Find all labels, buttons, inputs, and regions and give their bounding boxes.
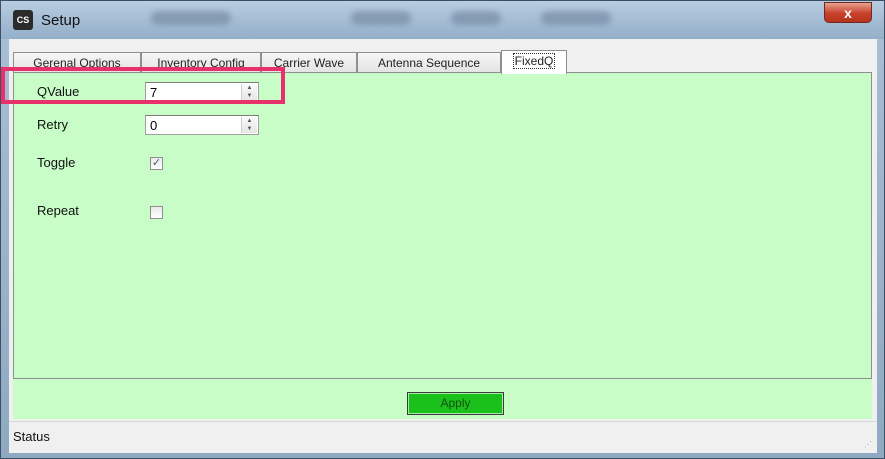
- retry-label: Retry: [37, 117, 69, 132]
- retry-spinner[interactable]: 0 ▲ ▼: [145, 115, 259, 135]
- fixedq-panel: QValue 7 ▲ ▼ Retry 0 ▲ ▼ Toggle ✓ Repeat: [13, 72, 872, 379]
- blurred-background-text: [541, 11, 611, 25]
- blurred-background-text: [451, 11, 501, 25]
- close-icon: x: [844, 4, 852, 21]
- blurred-background-text: [351, 11, 411, 25]
- spin-down-icon[interactable]: ▼: [242, 125, 257, 133]
- retry-value: 0: [150, 118, 158, 133]
- tab-antenna-sequence[interactable]: Antenna Sequence: [357, 52, 501, 73]
- blurred-background-text: [151, 11, 231, 25]
- tab-fixedq[interactable]: FixedQ: [501, 50, 567, 74]
- highlight-box: [1, 67, 285, 104]
- title-bar[interactable]: CS Setup x: [1, 1, 884, 39]
- toggle-label: Toggle: [37, 155, 76, 170]
- apply-button[interactable]: Apply: [407, 392, 504, 415]
- spin-up-icon[interactable]: ▲: [242, 117, 257, 125]
- setup-window: CS Setup x Gerenal Options Inventory Con…: [0, 0, 885, 459]
- toggle-checkbox[interactable]: ✓: [150, 157, 163, 170]
- app-logo-icon: CS: [13, 10, 33, 30]
- repeat-checkbox[interactable]: [150, 206, 163, 219]
- retry-spin-buttons[interactable]: ▲ ▼: [241, 117, 257, 133]
- status-text: Status: [13, 429, 50, 444]
- close-button[interactable]: x: [824, 2, 872, 23]
- window-title: Setup: [41, 12, 81, 29]
- repeat-label: Repeat: [37, 203, 79, 218]
- resize-grip-icon[interactable]: ⋰: [864, 440, 874, 450]
- status-bar: Status ⋰: [9, 421, 877, 453]
- button-bar: Apply: [13, 379, 872, 419]
- checkmark-icon: ✓: [151, 157, 162, 169]
